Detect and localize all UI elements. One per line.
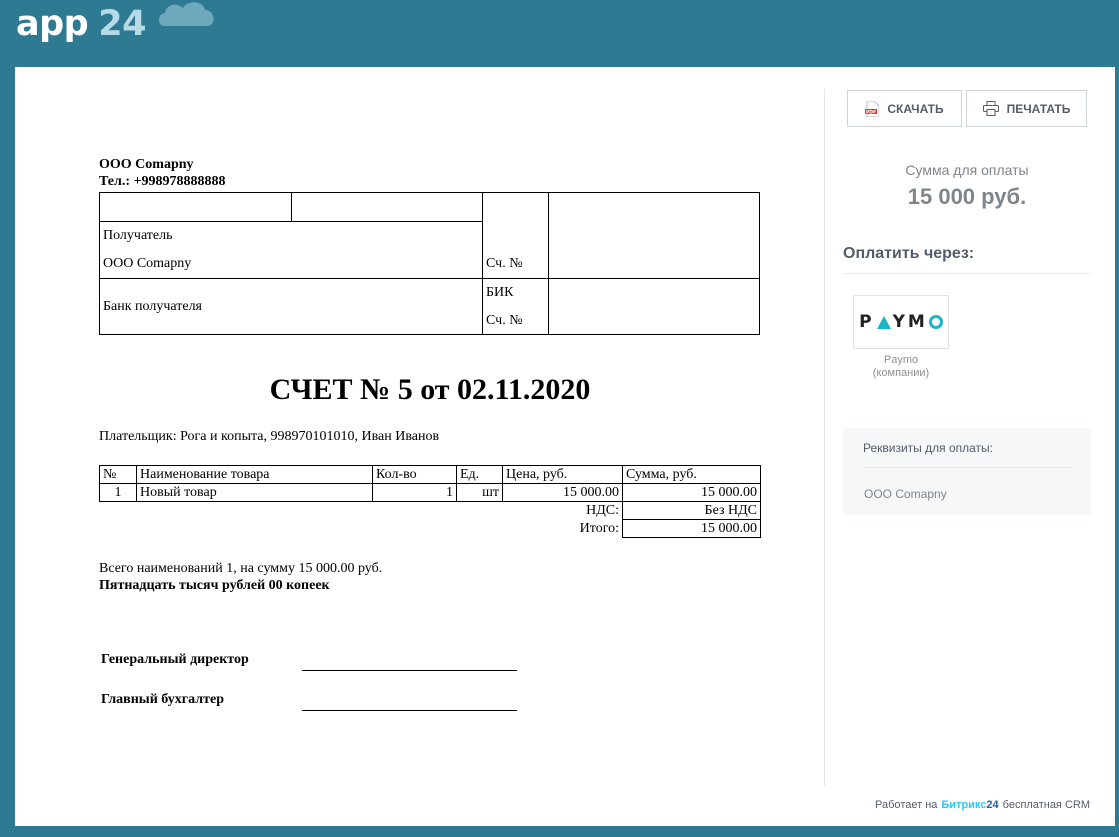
- footer-prefix: Работает на: [875, 799, 938, 811]
- bitrix-brand: Битрикс: [941, 799, 987, 811]
- table-row: 1 Новый товар 1 шт 15 000.00 15 000.00: [99, 483, 761, 502]
- col-header: Цена, руб.: [502, 465, 623, 484]
- bitrix24-link[interactable]: Битрикс24: [941, 799, 998, 811]
- sum-label: Сумма для оплаты: [905, 162, 1029, 178]
- total-label: Итого:: [579, 520, 619, 536]
- bank-details-table: Получатель ООО Comapny Сч. № Банк получа…: [99, 192, 760, 335]
- total-in-words: Пятнадцать тысяч рублей 00 копеек: [99, 578, 330, 593]
- print-label: ПЕЧАТАТЬ: [1006, 101, 1071, 116]
- requisites-divider: [863, 467, 1072, 468]
- company-block: ООО Comapny Тел.: +998978888888: [99, 156, 226, 190]
- company-phone: Тел.: +998978888888: [99, 174, 226, 189]
- total-row: Итого: 15 000.00: [100, 519, 761, 538]
- requisites-value: ООО Comapny: [864, 487, 947, 501]
- col-header: Сумма, руб.: [622, 465, 761, 484]
- paymo-payment-option[interactable]: P YM: [853, 295, 949, 349]
- cloud-icon: [159, 2, 214, 26]
- accountant-label: Главный бухгалтер: [101, 692, 224, 707]
- col-header: №: [99, 465, 137, 484]
- recipient-label: Получатель: [103, 228, 173, 243]
- logo-number-text: 24: [98, 4, 146, 44]
- col-header: Наименование товара: [136, 465, 373, 484]
- recipient-value: ООО Comapny: [103, 256, 192, 271]
- svg-text:PDF: PDF: [866, 109, 876, 115]
- cell-qty: 1: [372, 483, 457, 502]
- director-signature-line: [302, 670, 517, 671]
- app-logo[interactable]: app 24: [16, 2, 146, 46]
- account2-label: Сч. №: [486, 313, 523, 328]
- printer-icon: [982, 101, 999, 116]
- cell-price: 15 000.00: [502, 483, 623, 502]
- cell-sum: 15 000.00: [622, 483, 761, 502]
- bank-col-line: [548, 193, 549, 334]
- bank-row-line: [100, 221, 482, 222]
- col-header: Ед.: [456, 465, 503, 484]
- invoice-title: СЧЕТ № 5 от 02.11.2020: [269, 373, 591, 406]
- paymo-name: Paymo (компании): [851, 354, 951, 380]
- requisites-box: Реквизиты для оплаты: ООО Comapny: [843, 428, 1091, 515]
- bank-col-line: [482, 193, 483, 334]
- payer-info: Плательщик: Рога и копыта, 998970101010,…: [99, 429, 440, 444]
- paymo-name-line2: (компании): [872, 367, 930, 379]
- download-button[interactable]: PDF СКАЧАТЬ: [847, 90, 962, 127]
- bank-row-line: [100, 278, 759, 279]
- cell-unit: шт: [456, 483, 503, 502]
- pdf-icon: PDF: [865, 100, 880, 117]
- company-name: ООО Comapny: [99, 157, 194, 172]
- vat-row: НДС: Без НДС: [100, 501, 761, 520]
- pay-via-heading: Оплатить через:: [843, 245, 975, 262]
- account-label: Сч. №: [486, 256, 523, 271]
- director-label: Генеральный директор: [101, 652, 249, 667]
- sum-value: 15 000 руб.: [907, 184, 1027, 209]
- paymo-logo: P YM: [859, 312, 943, 332]
- logo-app-text: app: [16, 4, 89, 44]
- requisites-title: Реквизиты для оплаты:: [863, 441, 994, 455]
- bank-label: Банк получателя: [103, 299, 202, 314]
- items-header-row: № Наименование товара Кол-во Ед. Цена, р…: [99, 465, 761, 484]
- cell-number: 1: [99, 483, 137, 502]
- panel-divider: [824, 89, 825, 786]
- accountant-signature-line: [302, 710, 517, 711]
- vat-label: НДС:: [586, 502, 619, 518]
- bank-col-line: [291, 193, 292, 221]
- paymo-name-line1: Paymo: [883, 354, 919, 366]
- download-label: СКАЧАТЬ: [887, 101, 944, 116]
- total-summary: Всего наименований 1, на сумму 15 000.00…: [99, 561, 383, 576]
- vat-value: Без НДС: [622, 501, 761, 520]
- total-value: 15 000.00: [622, 519, 761, 538]
- bitrix-brand-num: 24: [986, 799, 999, 811]
- cell-name: Новый товар: [136, 483, 373, 502]
- print-button[interactable]: ПЕЧАТАТЬ: [966, 90, 1087, 127]
- col-header: Кол-во: [372, 465, 457, 484]
- invoice-card: ООО Comapny Тел.: +998978888888 Получате…: [15, 67, 1115, 826]
- footer-suffix: бесплатная CRM: [1002, 799, 1090, 811]
- items-table: № Наименование товара Кол-во Ед. Цена, р…: [99, 465, 761, 538]
- footer: Работает на Битрикс24 бесплатная CRM: [875, 799, 1090, 811]
- bik-label: БИК: [486, 285, 514, 300]
- pay-divider: [843, 273, 1091, 274]
